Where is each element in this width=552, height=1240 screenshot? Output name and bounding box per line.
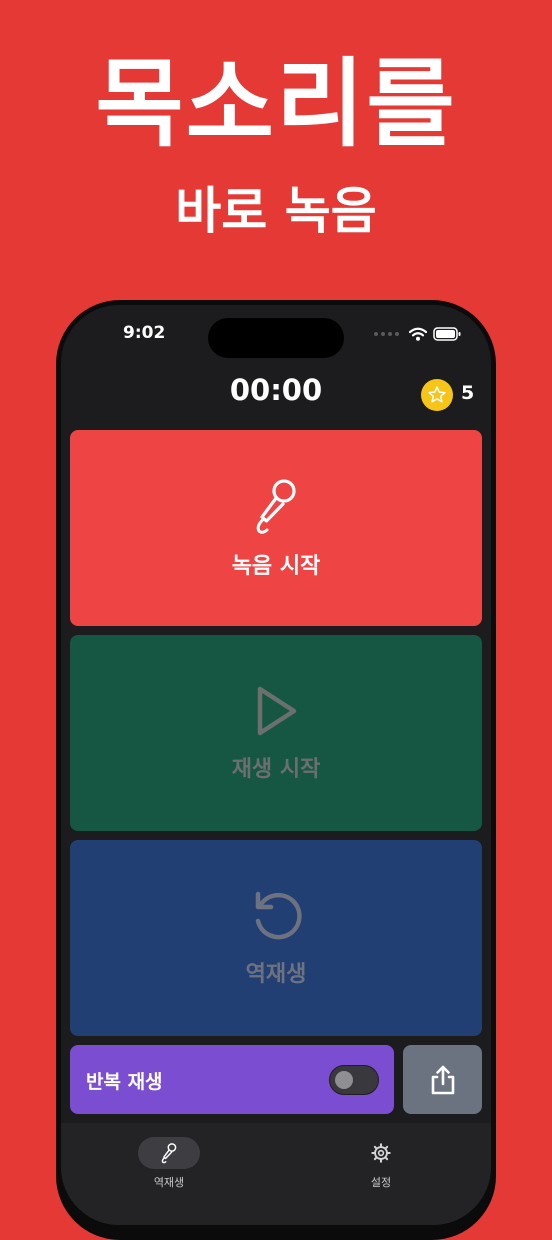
- record-label: 녹음 시작: [231, 554, 321, 579]
- dynamic-island: [208, 318, 344, 358]
- signal-icon: [374, 332, 399, 336]
- reverse-button[interactable]: 역재생: [70, 840, 482, 1036]
- play-icon: [257, 686, 297, 736]
- tab-label: 설정: [370, 1176, 392, 1189]
- star-icon[interactable]: [421, 379, 453, 411]
- microphone-icon: [161, 1143, 177, 1164]
- status-time: 9:02: [123, 323, 166, 343]
- tab-reverse-playback[interactable]: 역재생: [137, 1137, 201, 1190]
- rotate-ccw-icon: [255, 891, 302, 940]
- play-label: 재생 시작: [231, 757, 321, 782]
- promo-subheadline: 바로 녹음: [175, 182, 377, 240]
- record-button[interactable]: 녹음 시작: [70, 430, 482, 626]
- tab-settings[interactable]: 설정: [349, 1137, 413, 1190]
- promo-headline: 목소리를: [95, 48, 457, 160]
- wifi-icon: [409, 327, 427, 341]
- reverse-label: 역재생: [245, 962, 307, 987]
- microphone-icon: [256, 479, 296, 534]
- tab-active-indicator: [138, 1137, 200, 1169]
- play-button[interactable]: 재생 시작: [70, 635, 482, 831]
- toggle-knob: [335, 1071, 353, 1089]
- tab-label: 역재생: [153, 1176, 185, 1189]
- repeat-toggle[interactable]: [329, 1065, 379, 1095]
- battery-icon: [433, 327, 461, 341]
- repeat-playback-row: 반복 재생: [70, 1045, 394, 1114]
- repeat-label: 반복 재생: [86, 1071, 163, 1093]
- coin-count: 5: [461, 382, 475, 404]
- share-button[interactable]: [403, 1045, 482, 1114]
- gear-icon: [371, 1143, 391, 1163]
- status-icons: [374, 327, 461, 341]
- app-screen: 9:02 00:00 5 녹음 시작 재생 시작 역재생 반복 재생 역재생 설…: [61, 305, 491, 1225]
- share-icon: [431, 1065, 454, 1094]
- tab-bar: 역재생 설정: [61, 1123, 491, 1225]
